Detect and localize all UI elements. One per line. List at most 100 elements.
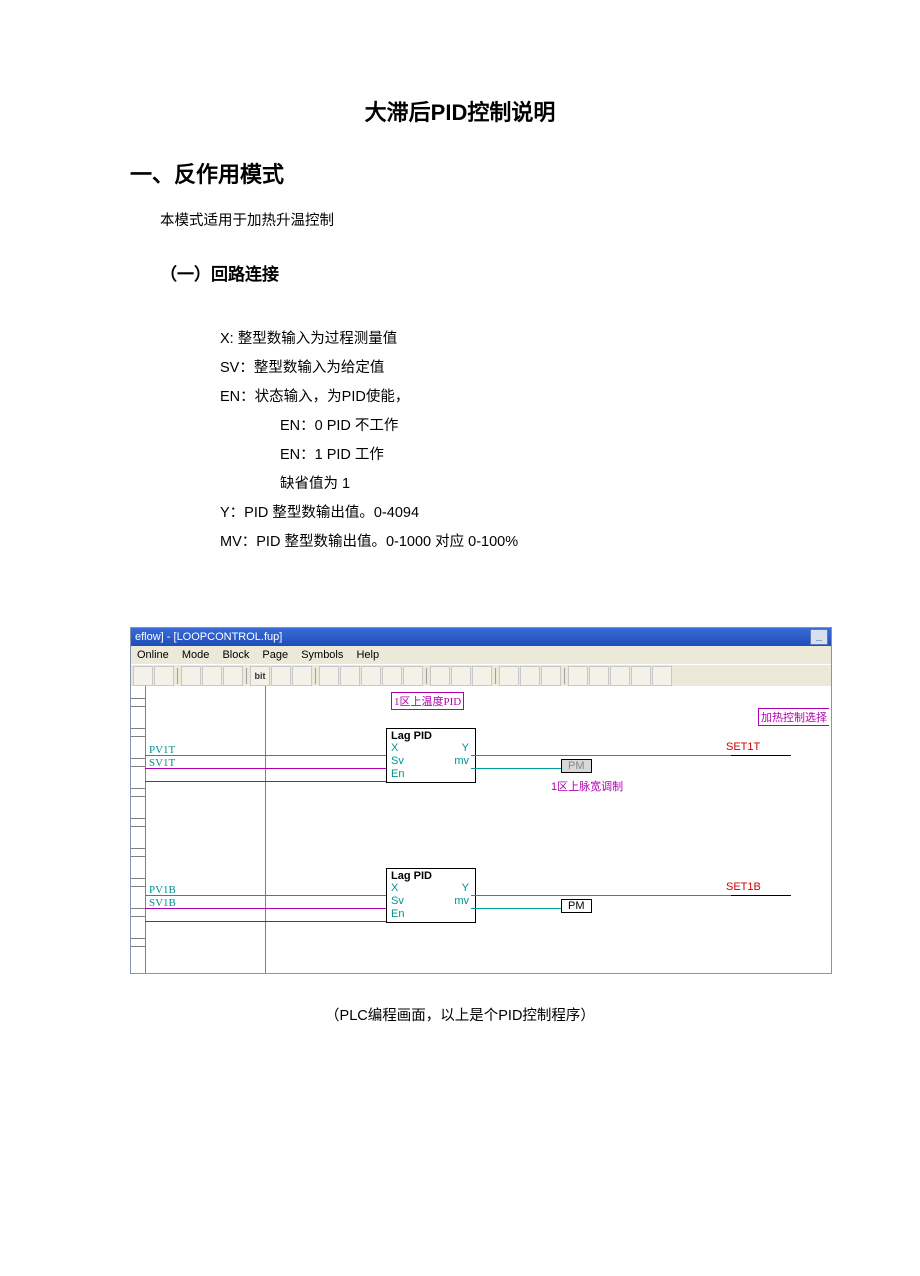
wire: [471, 755, 731, 756]
tag-pulse-width: 1区上脉宽调制: [551, 778, 623, 794]
rung: [131, 728, 145, 737]
toolbar-sep: [246, 668, 247, 684]
toolbar-sep: [426, 668, 427, 684]
plc-canvas[interactable]: 1区上温度PID 加热控制选择 PV1T SV1T Lag PID XY Svm…: [131, 686, 831, 973]
def-en1: EN：1 PID 工作: [280, 441, 790, 470]
plc-titlebar[interactable]: eflow] - [LOOPCONTROL.fup] _: [131, 628, 831, 646]
tag-heat-select[interactable]: 加热控制选择: [758, 708, 829, 726]
wire: [145, 755, 386, 756]
tag-zone1-temp-pid[interactable]: 1区上温度PID: [391, 692, 464, 710]
toolbar-btn[interactable]: [154, 666, 174, 686]
rung: [131, 938, 145, 947]
port-mv: mv: [454, 895, 469, 908]
plc-titlebar-text: eflow] - [LOOPCONTROL.fup]: [135, 631, 282, 643]
wire: [145, 895, 386, 896]
toolbar-btn[interactable]: [631, 666, 651, 686]
toolbar-btn[interactable]: [133, 666, 153, 686]
wire: [731, 895, 791, 896]
section-1-1-heading: （一）回路连接: [160, 260, 790, 285]
def-en0: EN：0 PID 不工作: [280, 412, 790, 441]
output-set1b[interactable]: SET1B: [726, 881, 761, 893]
wire: [145, 768, 386, 769]
wire: [145, 908, 386, 909]
def-en: EN：状态输入，为PID使能，: [220, 383, 790, 412]
plc-menubar: Online Mode Block Page Symbols Help: [131, 646, 831, 664]
toolbar-btn[interactable]: [589, 666, 609, 686]
section-1-intro: 本模式适用于加热升温控制: [160, 209, 790, 230]
page-title: 大滞后PID控制说明: [130, 95, 790, 127]
toolbar-sep: [564, 668, 565, 684]
wire: [471, 768, 561, 769]
menu-help[interactable]: Help: [356, 649, 379, 661]
toolbar-btn[interactable]: [223, 666, 243, 686]
ladder-column-divider: [145, 686, 266, 973]
toolbar-btn[interactable]: [568, 666, 588, 686]
menu-block[interactable]: Block: [222, 649, 249, 661]
port-mv: mv: [454, 755, 469, 768]
toolbar-btn[interactable]: [541, 666, 561, 686]
toolbar-btn[interactable]: [319, 666, 339, 686]
def-y: Y：PID 整型数输出值。0-4094: [220, 499, 790, 528]
toolbar-btn[interactable]: [181, 666, 201, 686]
wire: [145, 921, 386, 922]
rung: [131, 818, 145, 827]
toolbar-sep: [177, 668, 178, 684]
port-y: Y: [462, 742, 469, 755]
port-x: X: [391, 882, 398, 894]
toolbar-btn[interactable]: [430, 666, 450, 686]
port-y: Y: [462, 882, 469, 895]
rung: [131, 848, 145, 857]
port-sv: Sv: [391, 895, 404, 907]
toolbar-btn[interactable]: [403, 666, 423, 686]
menu-page[interactable]: Page: [262, 649, 288, 661]
port-en: En: [391, 908, 404, 920]
toolbar-btn[interactable]: [340, 666, 360, 686]
toolbar-bit-btn[interactable]: bit: [250, 666, 270, 686]
wire: [145, 781, 386, 782]
ladder-rail: [131, 686, 146, 973]
def-sv: SV：整型数输入为给定值: [220, 354, 790, 383]
wire: [471, 908, 561, 909]
def-x: X: 整型数输入为过程测量值: [220, 325, 790, 354]
toolbar-btn[interactable]: [292, 666, 312, 686]
pm-block-bottom[interactable]: PM: [561, 899, 592, 913]
figure-caption: （PLC编程画面，以上是个PID控制程序）: [130, 1004, 790, 1025]
rung: [131, 758, 145, 767]
port-sv: Sv: [391, 755, 404, 767]
menu-mode[interactable]: Mode: [182, 649, 210, 661]
pm-block-top[interactable]: PM: [561, 759, 592, 773]
port-x: X: [391, 742, 398, 754]
menu-symbols[interactable]: Symbols: [301, 649, 343, 661]
def-default: 缺省值为 1: [280, 470, 790, 499]
toolbar-btn[interactable]: [472, 666, 492, 686]
wire: [471, 895, 731, 896]
toolbar-btn[interactable]: [271, 666, 291, 686]
document-page: 大滞后PID控制说明 一、反作用模式 本模式适用于加热升温控制 （一）回路连接 …: [0, 0, 920, 1276]
toolbar-btn[interactable]: [610, 666, 630, 686]
def-mv: MV：PID 整型数输出值。0-1000 对应 0-100%: [220, 528, 790, 557]
toolbar-btn[interactable]: [361, 666, 381, 686]
section-1-heading: 一、反作用模式: [130, 157, 790, 189]
toolbar-sep: [495, 668, 496, 684]
wire: [731, 755, 791, 756]
output-set1t[interactable]: SET1T: [726, 741, 760, 753]
toolbar-btn[interactable]: [652, 666, 672, 686]
rung: [131, 908, 145, 917]
plc-toolbar: bit: [131, 664, 831, 688]
lag-pid-block-bottom[interactable]: Lag PID X Y Sv mv En: [386, 868, 476, 923]
port-en: En: [391, 768, 404, 780]
minimize-icon[interactable]: _: [810, 629, 828, 645]
rung: [131, 878, 145, 887]
toolbar-btn[interactable]: [499, 666, 519, 686]
lag-pid-block-top[interactable]: Lag PID X Y Sv mv En: [386, 728, 476, 783]
menu-online[interactable]: Online: [137, 649, 169, 661]
plc-editor-window: eflow] - [LOOPCONTROL.fup] _ Online Mode…: [130, 627, 832, 974]
definitions-list: X: 整型数输入为过程测量值 SV：整型数输入为给定值 EN：状态输入，为PID…: [220, 325, 790, 557]
block-name: Lag PID: [391, 730, 432, 742]
toolbar-btn[interactable]: [202, 666, 222, 686]
rung: [131, 698, 145, 707]
toolbar-btn[interactable]: [451, 666, 471, 686]
block-name: Lag PID: [391, 870, 432, 882]
toolbar-btn[interactable]: [520, 666, 540, 686]
toolbar-btn[interactable]: [382, 666, 402, 686]
